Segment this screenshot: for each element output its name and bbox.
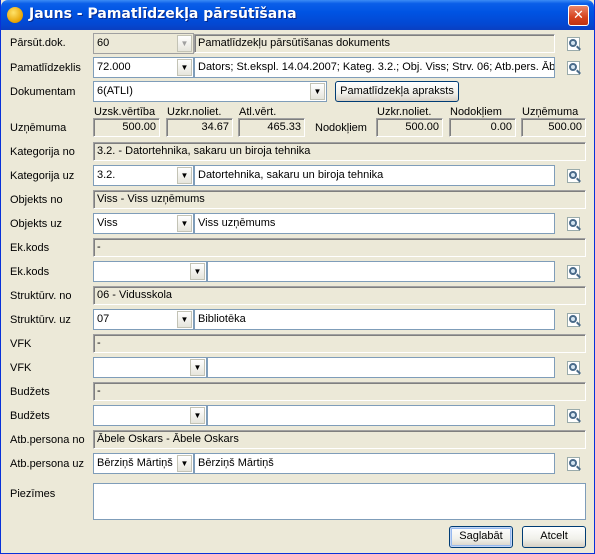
ek-kods-no-value: -	[93, 238, 586, 257]
value-atl-vert: 465.33	[238, 118, 305, 137]
value-nodokliem: 0.00	[449, 118, 516, 137]
header-atl-vert: Atl.vērt.	[239, 106, 277, 118]
struktur-uz-combo[interactable]: 07 ▼	[93, 309, 194, 330]
pamatlidzeklis-desc[interactable]: Dators; St.ekspl. 14.04.2007; Kateg. 3.2…	[194, 57, 555, 78]
search-icon[interactable]	[566, 168, 583, 185]
search-icon[interactable]	[566, 36, 583, 53]
value-uznemuma: 500.00	[521, 118, 586, 137]
label-kategorija-uz: Kategorija uz	[10, 170, 75, 182]
budzets-uz-desc[interactable]	[207, 405, 555, 426]
struktur-no-value: 06 - Vidusskola	[93, 286, 586, 305]
objekts-no-value: Viss - Viss uzņēmums	[93, 190, 586, 209]
atb-persona-uz-desc[interactable]: Bērziņš Mārtiņš	[194, 453, 555, 474]
header-uzkr-noliet: Uzkr.noliet.	[167, 106, 222, 118]
atb-persona-no-value: Ābele Oskars - Ābele Oskars	[93, 430, 586, 449]
search-icon[interactable]	[566, 216, 583, 233]
search-icon[interactable]	[566, 360, 583, 377]
budzets-no-value: -	[93, 382, 586, 401]
chevron-down-icon[interactable]: ▼	[177, 455, 192, 472]
label-kategorija-no: Kategorija no	[10, 146, 75, 158]
title-bar: Jauns - Pamatlīdzekļa pārsūtīšana ✕	[1, 0, 594, 30]
value-uzkr-noliet: 34.67	[166, 118, 233, 137]
pamatlidzekla-apraksts-button[interactable]: Pamatlīdzekļa apraksts	[335, 81, 459, 102]
vfk-uz-desc[interactable]	[207, 357, 555, 378]
search-icon[interactable]	[566, 408, 583, 425]
header-nodokliem: Nodokļiem	[450, 106, 502, 118]
chevron-down-icon[interactable]: ▼	[190, 263, 205, 280]
label-vfk-no: VFK	[10, 338, 32, 350]
cancel-button[interactable]: Atcelt	[522, 526, 586, 548]
label-ek-kods-uz: Ek.kods	[10, 266, 50, 278]
struktur-uz-code: 07	[97, 313, 110, 325]
label-uznemuma: Uzņēmuma	[10, 122, 67, 134]
value-uzsk-vertiba: 500.00	[93, 118, 160, 137]
piezimes-textarea[interactable]	[93, 483, 586, 520]
window-title: Jauns - Pamatlīdzekļa pārsūtīšana	[29, 6, 297, 22]
vfk-uz-combo[interactable]: ▼	[93, 357, 207, 378]
objekts-uz-combo[interactable]: Viss ▼	[93, 213, 194, 234]
budzets-uz-combo[interactable]: ▼	[93, 405, 207, 426]
kategorija-uz-code: 3.2.	[97, 169, 116, 181]
pamatlidzeklis-combo[interactable]: 72.000 ▼	[93, 57, 194, 78]
chevron-down-icon[interactable]: ▼	[177, 59, 192, 76]
label-vfk-uz: VFK	[10, 362, 32, 374]
dokumentam-combo[interactable]: 6(ATLI) ▼	[93, 81, 327, 102]
label-piezimes: Piezīmes	[10, 488, 56, 500]
struktur-uz-desc[interactable]: Bibliotēka	[194, 309, 555, 330]
vfk-no-value: -	[93, 334, 586, 353]
kategorija-uz-combo[interactable]: 3.2. ▼	[93, 165, 194, 186]
chevron-down-icon[interactable]: ▼	[177, 311, 192, 328]
app-icon	[7, 7, 23, 23]
atb-persona-uz-code: Bērziņš Mārtiņš	[97, 457, 173, 469]
ek-kods-uz-combo[interactable]: ▼	[93, 261, 207, 282]
label-budzets-no: Budžets	[10, 386, 50, 398]
search-icon[interactable]	[566, 456, 583, 473]
dialog-window: Jauns - Pamatlīdzekļa pārsūtīšana ✕ Pārs…	[0, 0, 595, 554]
label-struktur-no: Struktūrv. no	[10, 290, 72, 302]
chevron-down-icon[interactable]: ▼	[190, 359, 205, 376]
parsut-dok-desc: Pamatlīdzekļu pārsūtīšanas dokuments	[194, 34, 555, 53]
label-dokumentam: Dokumentam	[10, 86, 76, 98]
value-uzkr-noliet-2: 500.00	[376, 118, 443, 137]
label-parsut-dok: Pārsūt.dok.	[10, 37, 66, 49]
kategorija-no-value: 3.2. - Datortehnika, sakaru un biroja te…	[93, 142, 586, 161]
ek-kods-uz-desc[interactable]	[207, 261, 555, 282]
objekts-uz-code: Viss	[97, 217, 118, 229]
label-atb-persona-no: Atb.persona no	[10, 434, 85, 446]
parsut-dok-code: 60	[97, 37, 110, 49]
pamatlidzeklis-code: 72.000	[97, 61, 131, 73]
save-button[interactable]: Saglabāt	[449, 526, 513, 548]
search-icon[interactable]	[566, 60, 583, 77]
chevron-down-icon[interactable]: ▼	[310, 83, 325, 100]
label-ek-kods-no: Ek.kods	[10, 242, 50, 254]
chevron-down-icon[interactable]: ▼	[177, 167, 192, 184]
header-uznemuma: Uzņēmuma	[522, 106, 579, 118]
search-icon[interactable]	[566, 264, 583, 281]
chevron-down-icon[interactable]: ▼	[190, 407, 205, 424]
label-budzets-uz: Budžets	[10, 410, 50, 422]
dokumentam-value: 6(ATLI)	[97, 85, 133, 97]
atb-persona-uz-combo[interactable]: Bērziņš Mārtiņš ▼	[93, 453, 194, 474]
search-icon[interactable]	[566, 312, 583, 329]
label-objekts-no: Objekts no	[10, 194, 63, 206]
header-uzkr-noliet-2: Uzkr.noliet.	[377, 106, 432, 118]
label-pamatlidzeklis: Pamatlīdzeklis	[10, 62, 81, 74]
parsut-dok-combo: 60 ▼	[93, 33, 194, 54]
kategorija-uz-desc[interactable]: Datortehnika, sakaru un biroja tehnika	[194, 165, 555, 186]
label-struktur-uz: Struktūrv. uz	[10, 314, 71, 326]
chevron-down-icon: ▼	[177, 35, 192, 52]
label-atb-persona-uz: Atb.persona uz	[10, 458, 84, 470]
label-objekts-uz: Objekts uz	[10, 218, 62, 230]
label-nodokliem: Nodokļiem	[315, 122, 367, 134]
close-button[interactable]: ✕	[568, 5, 589, 26]
header-uzsk-vertiba: Uzsk.vērtība	[94, 106, 156, 118]
chevron-down-icon[interactable]: ▼	[177, 215, 192, 232]
objekts-uz-desc[interactable]: Viss uzņēmums	[194, 213, 555, 234]
